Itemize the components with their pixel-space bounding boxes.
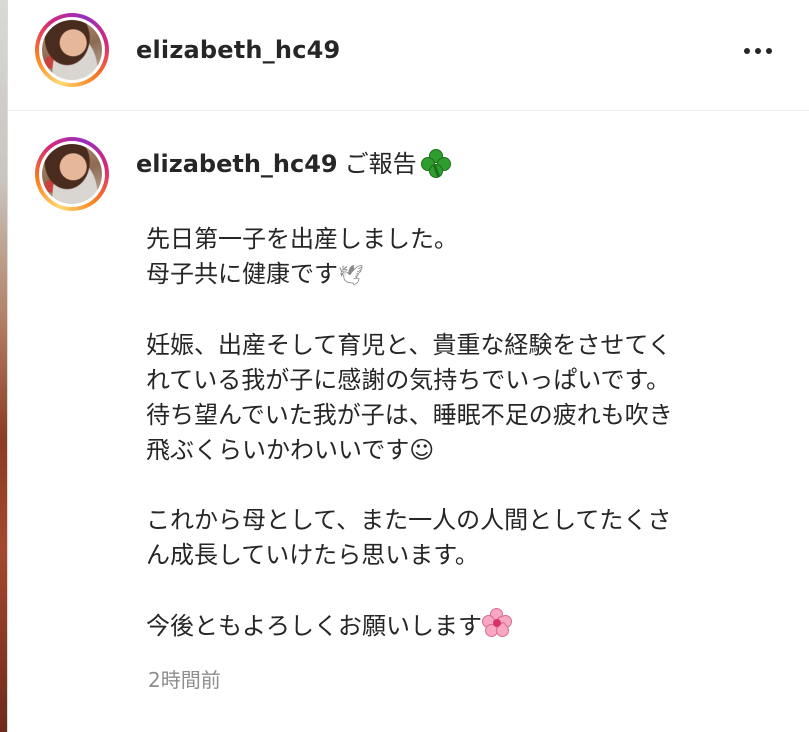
caption-line: 飛ぶくらいかわいいです☺: [146, 436, 435, 464]
caption-line: 母子共に健康です🕊: [146, 260, 364, 288]
more-options-button[interactable]: [738, 36, 778, 66]
post-panel: elizabeth_hc49 elizabeth_hc49 ご報告 先日第一子を…: [7, 0, 809, 732]
caption-line: れている我が子に感謝の気持ちでいっぱいです。: [146, 366, 671, 394]
more-options-icon: [744, 48, 750, 54]
comment-avatar-photo: [42, 144, 102, 204]
caption-body: 先日第一子を出産しました。 母子共に健康です🕊 妊娠、出産そして育児と、貴重な経…: [146, 222, 786, 644]
comment-timestamp[interactable]: 2時間前: [148, 664, 221, 693]
header-username[interactable]: elizabeth_hc49: [136, 36, 340, 64]
comment-heading: elizabeth_hc49 ご報告: [136, 148, 451, 180]
background-photo-strip: [0, 0, 7, 732]
caption-line: 先日第一子を出産しました。: [146, 225, 458, 253]
caption-line: これから母として、また一人の人間としてたくさ: [146, 506, 672, 534]
avatar[interactable]: [35, 13, 109, 87]
caption-line: 妊娠、出産そして育児と、貴重な経験をさせてく: [146, 331, 672, 359]
caption-line: 今後ともよろしくお願いします: [146, 608, 786, 644]
comment-title: ご報告: [344, 150, 417, 178]
caption-line: 待ち望んでいた我が子は、睡眠不足の疲れも吹き: [146, 401, 673, 429]
comment-username[interactable]: elizabeth_hc49: [136, 148, 338, 180]
dove-icon: 🕊: [338, 263, 364, 287]
post-header: elizabeth_hc49: [8, 0, 809, 111]
caption-line: ん成長していけたら思います。: [146, 541, 479, 569]
four-leaf-clover-icon: [420, 149, 451, 179]
cherry-blossom-icon: [480, 608, 514, 640]
comment-avatar[interactable]: [35, 137, 109, 211]
avatar-photo: [42, 20, 102, 80]
